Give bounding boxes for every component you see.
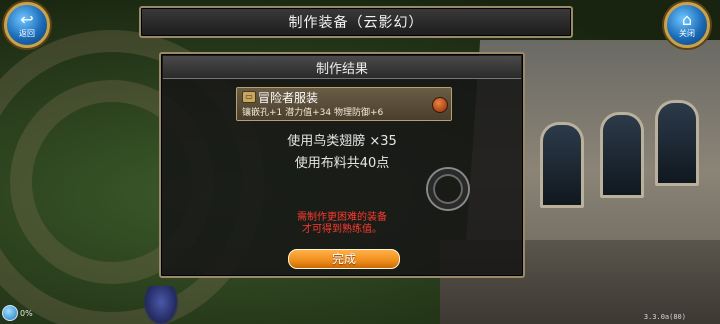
back-arrow-icon: ↩ (20, 10, 34, 29)
close-button[interactable]: ⌂ 关闭 (664, 2, 710, 48)
panel-header: 制作结果 (163, 56, 521, 79)
back-button-label: 返回 (19, 29, 35, 38)
loading-ring-icon (428, 169, 468, 209)
proficiency-notice: 需制作更困难的装备 才可得到熟练值。 (161, 212, 523, 236)
item-stats: 镶嵌孔+1 潜力值+34 物理防御+6 (242, 108, 384, 118)
crafted-item[interactable]: ▭ 冒险者服装 镶嵌孔+1 潜力值+34 物理防御+6 (236, 87, 452, 121)
version-label: 3.3.0a(80) (643, 313, 686, 321)
home-icon: ⌂ (681, 10, 693, 29)
material-used-line: 使用鸟类翅膀 ×35 (287, 134, 397, 149)
player-character (143, 286, 179, 324)
building-window (655, 100, 699, 186)
dialog-title-bar: 制作装备（云影幻） (139, 6, 573, 38)
panel-title: 制作结果 (315, 61, 368, 77)
item-grade-icon (432, 97, 448, 113)
craft-result-panel: 制作结果 ▭ 冒险者服装 镶嵌孔+1 潜力值+34 物理防御+6 使用鸟类翅膀 … (159, 52, 525, 278)
dialog-title: 制作装备（云影幻） (288, 15, 424, 31)
cloth-used-line: 使用布料共40点 (294, 156, 390, 171)
close-button-label: 关闭 (679, 29, 695, 38)
finish-button[interactable]: 完成 (288, 249, 400, 269)
building-window (540, 122, 584, 208)
progress-percent: 0% (20, 308, 33, 318)
item-name: 冒险者服装 (258, 91, 319, 105)
back-button[interactable]: ↩ 返回 (4, 2, 50, 48)
item-type-icon: ▭ (242, 91, 256, 103)
status-indicator: 0% (2, 305, 33, 321)
status-orb-icon (2, 305, 18, 321)
building-window (600, 112, 644, 198)
notice-line-2: 才可得到熟练值。 (302, 224, 382, 235)
notice-line-1: 需制作更困难的装备 (297, 212, 387, 223)
